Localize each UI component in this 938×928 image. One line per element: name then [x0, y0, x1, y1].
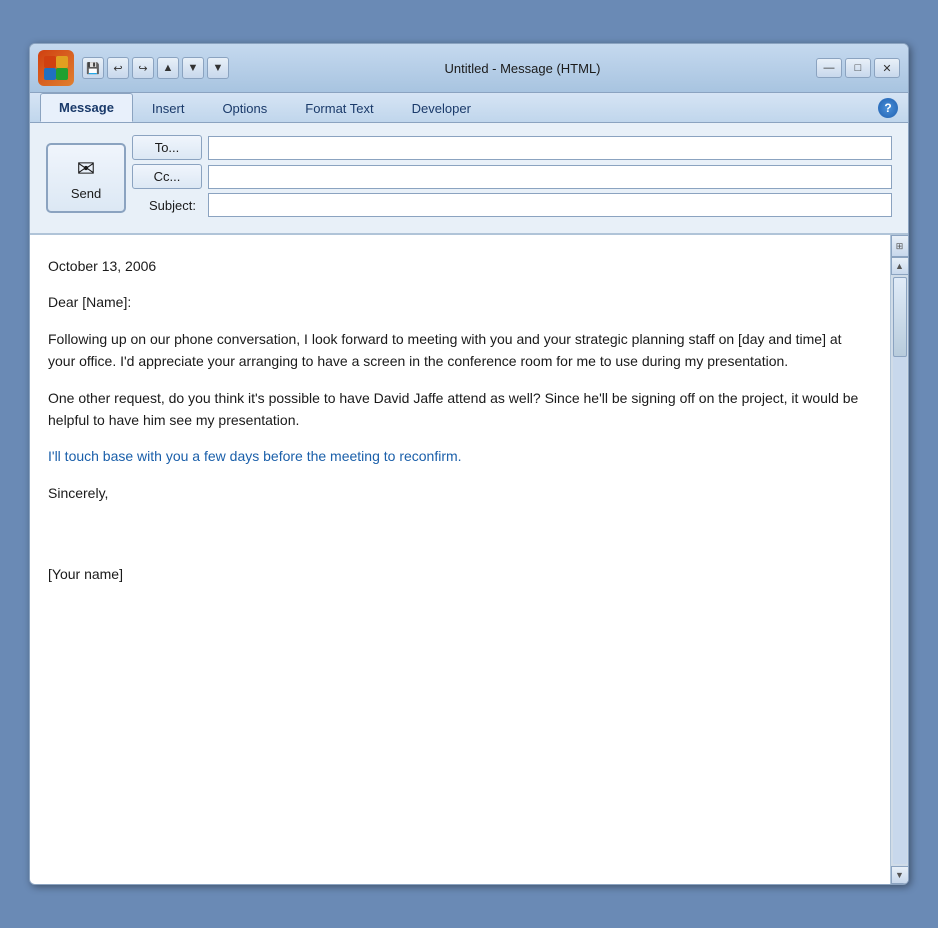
- quick-access-toolbar: 💾 ↩ ↪ ▲ ▼ ▼: [82, 57, 229, 79]
- titlebar: 💾 ↩ ↪ ▲ ▼ ▼ Untitled - Message (HTML) — …: [30, 44, 908, 93]
- vertical-scrollbar: ⊞ ▲ ▼: [890, 235, 908, 884]
- up-button[interactable]: ▲: [157, 57, 179, 79]
- to-button[interactable]: To...: [132, 135, 202, 160]
- scroll-down-button[interactable]: ▼: [891, 866, 909, 884]
- email-date: October 13, 2006: [48, 255, 872, 277]
- minimize-button[interactable]: —: [816, 58, 842, 78]
- send-area: ✉ Send To... Cc... Subject:: [40, 131, 898, 225]
- email-greeting: Dear [Name]:: [48, 291, 872, 313]
- subject-label: Subject:: [132, 198, 202, 213]
- help-button[interactable]: ?: [878, 98, 898, 118]
- send-button[interactable]: ✉ Send: [46, 143, 126, 213]
- redo-button[interactable]: ↪: [132, 57, 154, 79]
- cc-row: Cc...: [132, 164, 892, 189]
- office-logo: [38, 50, 74, 86]
- email-form: ✉ Send To... Cc... Subject:: [30, 123, 908, 234]
- to-input[interactable]: [208, 136, 892, 160]
- outlook-window: 💾 ↩ ↪ ▲ ▼ ▼ Untitled - Message (HTML) — …: [29, 43, 909, 885]
- to-row: To...: [132, 135, 892, 160]
- email-paragraph3: I'll touch base with you a few days befo…: [48, 445, 872, 467]
- cc-input[interactable]: [208, 165, 892, 189]
- down-button[interactable]: ▼: [182, 57, 204, 79]
- email-paragraph2: One other request, do you think it's pos…: [48, 387, 872, 432]
- email-paragraph1: Following up on our phone conversation, …: [48, 328, 872, 373]
- email-body-container: October 13, 2006 Dear [Name]: Following …: [30, 234, 908, 884]
- cc-button[interactable]: Cc...: [132, 164, 202, 189]
- form-fields: To... Cc... Subject:: [132, 135, 892, 221]
- tab-message[interactable]: Message: [40, 93, 133, 122]
- subject-row: Subject:: [132, 193, 892, 217]
- undo-button[interactable]: ↩: [107, 57, 129, 79]
- scroll-thumb[interactable]: [893, 277, 907, 357]
- scroll-track[interactable]: [893, 277, 907, 864]
- tab-insert[interactable]: Insert: [133, 94, 204, 122]
- maximize-button[interactable]: □: [845, 58, 871, 78]
- send-icon: ✉: [77, 156, 95, 182]
- email-signature: [Your name]: [48, 563, 872, 585]
- close-button[interactable]: ✕: [874, 58, 900, 78]
- send-label: Send: [71, 186, 101, 201]
- save-button[interactable]: 💾: [82, 57, 104, 79]
- tab-options[interactable]: Options: [203, 94, 286, 122]
- pin-button[interactable]: ▼: [207, 57, 229, 79]
- ribbon-tabs: Message Insert Options Format Text Devel…: [30, 93, 908, 123]
- scroll-up-button[interactable]: ▲: [891, 257, 909, 275]
- scroll-icon-button[interactable]: ⊞: [891, 235, 909, 257]
- window-title: Untitled - Message (HTML): [235, 61, 810, 76]
- subject-input[interactable]: [208, 193, 892, 217]
- window-controls: — □ ✕: [816, 58, 900, 78]
- email-closing: Sincerely,: [48, 482, 872, 504]
- tab-format-text[interactable]: Format Text: [286, 94, 392, 122]
- email-body[interactable]: October 13, 2006 Dear [Name]: Following …: [30, 235, 890, 884]
- tab-developer[interactable]: Developer: [393, 94, 490, 122]
